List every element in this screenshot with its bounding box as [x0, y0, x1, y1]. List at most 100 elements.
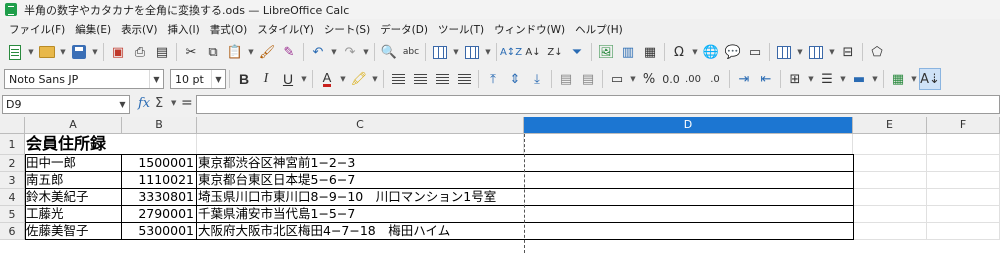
table-row-name[interactable]: 工藤光	[25, 206, 122, 223]
align-middle-icon[interactable]: ⇕	[504, 68, 526, 90]
decrease-indent-icon[interactable]: ⇤	[755, 68, 777, 90]
row-header-2[interactable]: 2	[0, 155, 25, 172]
row-icon[interactable]	[429, 41, 451, 63]
number-format-dropdown-arrow[interactable]: ▼	[628, 68, 638, 90]
number-format-icon[interactable]: ▭	[606, 68, 628, 90]
menu-view[interactable]: 表示(V)	[116, 22, 162, 37]
sum-icon[interactable]: Σ	[155, 96, 163, 111]
percent-icon[interactable]: %	[638, 68, 660, 90]
table-row-name[interactable]: 田中一郎	[25, 155, 122, 172]
wrap-text-icon[interactable]: ▤	[577, 68, 599, 90]
table-row-spacer[interactable]	[524, 206, 854, 223]
border-color-icon[interactable]: ▬	[848, 68, 870, 90]
special-character-dropdown-arrow[interactable]: ▼	[690, 41, 700, 63]
column-header-e[interactable]: E	[853, 117, 927, 134]
special-character-icon[interactable]: Ω	[668, 41, 690, 63]
undo-icon[interactable]: ↶	[307, 41, 329, 63]
delete-decimal-icon[interactable]: .0	[704, 68, 726, 90]
merge-cells-icon[interactable]: ▤	[555, 68, 577, 90]
cell-a1-title[interactable]: 会員住所録	[25, 134, 197, 155]
hyperlink-icon[interactable]: 🌐	[700, 41, 722, 63]
row-dropdown-arrow[interactable]: ▼	[451, 41, 461, 63]
table-row-spacer[interactable]	[524, 223, 854, 240]
spreadsheet-grid[interactable]: A B C D E F 1 2 3 4 5 6 会員住所録 田中一郎 15000…	[0, 117, 1000, 253]
menu-styles[interactable]: スタイル(Y)	[252, 22, 319, 37]
redo-icon[interactable]: ↷	[339, 41, 361, 63]
highlight-icon[interactable]: 🖍	[348, 68, 370, 90]
cell-e6[interactable]	[854, 223, 927, 240]
font-color-dropdown-arrow[interactable]: ▼	[338, 68, 348, 90]
sort-descending-icon[interactable]: Z↓	[544, 41, 566, 63]
freeze-dropdown-arrow[interactable]: ▼	[827, 41, 837, 63]
cell-f2[interactable]	[927, 155, 1000, 172]
menu-help[interactable]: ヘルプ(H)	[570, 22, 628, 37]
row-header-1[interactable]: 1	[0, 134, 25, 155]
justify-icon[interactable]	[453, 68, 475, 90]
underline-dropdown-arrow[interactable]: ▼	[299, 68, 309, 90]
table-row-zip[interactable]: 1110021	[122, 172, 197, 189]
conditional-format-icon[interactable]: ▦	[887, 68, 909, 90]
select-all-corner[interactable]	[0, 117, 25, 134]
table-row-spacer[interactable]	[524, 172, 854, 189]
spelling-icon[interactable]: abc	[400, 41, 422, 63]
table-row-address[interactable]: 東京都渋谷区神宮前1−2−3	[197, 155, 524, 172]
align-right-icon[interactable]	[431, 68, 453, 90]
function-wizard-icon[interactable]: fx	[138, 96, 150, 111]
export-pdf-icon[interactable]: ▣	[107, 41, 129, 63]
new-document-icon[interactable]	[4, 41, 26, 63]
menu-file[interactable]: ファイル(F)	[4, 22, 70, 37]
menu-sheet[interactable]: シート(S)	[319, 22, 375, 37]
row-header-4[interactable]: 4	[0, 189, 25, 206]
menu-tools[interactable]: ツール(T)	[433, 22, 489, 37]
paste-dropdown-arrow[interactable]: ▼	[246, 41, 256, 63]
chart-icon[interactable]: ▥	[617, 41, 639, 63]
cell-f3[interactable]	[927, 172, 1000, 189]
cut-icon[interactable]: ✂	[180, 41, 202, 63]
table-row-address[interactable]: 大阪府大阪市北区梅田4−7−18 梅田ハイム	[197, 223, 524, 240]
cell-c1[interactable]	[197, 134, 524, 155]
table-row-address[interactable]: 埼玉県川口市東川口8−9−10 川口マンション1号室	[197, 189, 524, 206]
align-bottom-icon[interactable]: ⤓	[526, 68, 548, 90]
cell-d1[interactable]	[524, 134, 853, 155]
autofilter-icon[interactable]: ⏷	[566, 41, 588, 63]
copy-icon[interactable]: ⧉	[202, 41, 224, 63]
cell-f1[interactable]	[927, 134, 1000, 155]
show-draw-functions-icon[interactable]: ⬠	[866, 41, 888, 63]
bold-icon[interactable]: B	[233, 68, 255, 90]
align-left-icon[interactable]	[387, 68, 409, 90]
decimal-icon[interactable]: 0.0	[660, 68, 682, 90]
table-row-address[interactable]: 千葉県浦安市当代島1−5−7	[197, 206, 524, 223]
borders-dropdown-arrow[interactable]: ▼	[806, 68, 816, 90]
row-header-3[interactable]: 3	[0, 172, 25, 189]
column-icon[interactable]	[461, 41, 483, 63]
freeze-rows-columns-icon[interactable]	[805, 41, 827, 63]
sort-icon[interactable]: A↕Z	[500, 41, 522, 63]
font-name-box[interactable]: Noto Sans JP ▼	[4, 69, 164, 89]
image-icon[interactable]: 🖼	[595, 41, 617, 63]
table-row-zip[interactable]: 2790001	[122, 206, 197, 223]
name-box[interactable]: D9 ▼	[2, 95, 130, 114]
underline-icon[interactable]: U	[277, 68, 299, 90]
column-header-d[interactable]: D	[524, 117, 853, 134]
table-row-name[interactable]: 佐藤美智子	[25, 223, 122, 240]
pivot-table-icon[interactable]: ▦	[639, 41, 661, 63]
table-row-zip[interactable]: 5300001	[122, 223, 197, 240]
cell-e3[interactable]	[854, 172, 927, 189]
border-color-dropdown-arrow[interactable]: ▼	[870, 68, 880, 90]
clone-formatting-icon[interactable]: 🖌	[256, 41, 278, 63]
borders-icon[interactable]: ⊞	[784, 68, 806, 90]
table-row-spacer[interactable]	[524, 189, 854, 206]
undo-dropdown-arrow[interactable]: ▼	[329, 41, 339, 63]
align-top-icon[interactable]: ⤒	[482, 68, 504, 90]
chevron-down-icon[interactable]: ▼	[116, 96, 129, 113]
column-header-b[interactable]: B	[122, 117, 197, 134]
italic-icon[interactable]: I	[255, 68, 277, 90]
formula-icon[interactable]: =	[181, 95, 193, 111]
row-header-5[interactable]: 5	[0, 206, 25, 223]
formula-input[interactable]	[196, 95, 1000, 114]
paste-icon[interactable]: 📋	[224, 41, 246, 63]
cell-f5[interactable]	[927, 206, 1000, 223]
comment-icon[interactable]: 💬	[722, 41, 744, 63]
define-print-area-icon[interactable]	[773, 41, 795, 63]
font-size-box[interactable]: 10 pt ▼	[170, 69, 226, 89]
